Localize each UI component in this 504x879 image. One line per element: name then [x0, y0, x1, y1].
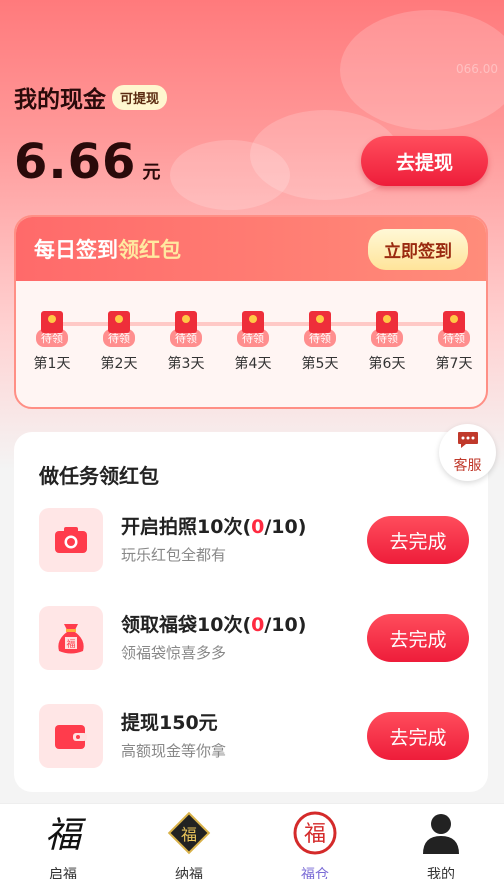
tab-fucang[interactable]: 福 福仓: [252, 804, 378, 879]
balance-unit: 元: [142, 162, 161, 183]
day-label: 第5天: [301, 356, 339, 372]
task-description: 玩乐红包全都有: [121, 546, 227, 564]
day-label: 第6天: [368, 356, 406, 372]
task-description: 领福袋惊喜多多: [121, 644, 227, 662]
task-description: 高额现金等你拿: [121, 742, 227, 760]
tab-label: 启福: [49, 867, 77, 879]
signin-title: 每日签到领红包: [34, 234, 181, 264]
svg-text:福: 福: [66, 638, 75, 650]
task-item-withdraw: 提现150元 高额现金等你拿 去完成: [39, 704, 469, 768]
tab-label: 纳福: [175, 867, 203, 879]
signin-day-1[interactable]: 待领 第1天: [26, 311, 78, 373]
withdraw-button[interactable]: 去提现: [361, 136, 488, 186]
task-complete-button[interactable]: 去完成: [367, 614, 469, 662]
balance-row: 6.66 元: [14, 134, 160, 190]
cash-title-row: 我的现金 可提现: [14, 80, 168, 114]
task-title: 领取福袋10次(0/10): [121, 614, 307, 636]
fu-calligraphy-icon: 福: [40, 810, 87, 860]
red-envelope-icon: [309, 311, 331, 333]
task-card: 做任务领红包 开启拍照10次(0/10) 玩乐红包全都有 去完成 福 领取福袋1…: [14, 432, 488, 792]
customer-service-button[interactable]: 客服: [439, 424, 496, 481]
signin-day-3[interactable]: 待领 第3天: [160, 311, 212, 373]
red-envelope-icon: [376, 311, 398, 333]
withdrawable-badge: 可提现: [112, 84, 168, 110]
bottom-tab-bar: 福 启福 福 纳福 福 福仓 我的: [0, 803, 504, 879]
red-envelope-icon: [108, 311, 130, 333]
day-label: 第1天: [33, 356, 71, 372]
tab-qifu[interactable]: 福 启福: [0, 804, 126, 879]
daily-signin-card: 每日签到领红包 立即签到 待领 第1天 待领 第2天 待领 第3天 待领 第4天 待领 第5天 待领…: [14, 215, 488, 409]
day-label: 第7天: [435, 356, 473, 372]
signin-day-4[interactable]: 待领 第4天: [227, 311, 279, 373]
task-complete-button[interactable]: 去完成: [367, 516, 469, 564]
red-envelope-icon: [175, 311, 197, 333]
signin-now-button[interactable]: 立即签到: [368, 228, 468, 270]
signin-header: 每日签到领红包 立即签到: [16, 217, 486, 281]
fu-diamond-icon: 福: [166, 810, 212, 860]
red-envelope-icon: [443, 311, 465, 333]
svg-text:福: 福: [181, 825, 197, 844]
cash-title: 我的现金: [14, 87, 106, 113]
task-complete-button[interactable]: 去完成: [367, 712, 469, 760]
day-label: 第4天: [234, 356, 272, 372]
red-envelope-icon: [242, 311, 264, 333]
task-progress-count: 0: [251, 614, 265, 636]
watermark-text: 066.00: [456, 62, 498, 76]
task-title: 提现150元: [121, 712, 218, 734]
user-icon: [418, 810, 464, 860]
task-progress-count: 0: [251, 516, 265, 538]
balance-amount: 6.66: [14, 134, 137, 190]
chat-bubble-icon: [457, 431, 479, 453]
tab-mine[interactable]: 我的: [378, 804, 504, 879]
wallet-icon: [39, 704, 103, 768]
tab-label: 福仓: [301, 867, 329, 879]
signin-title-highlight: 领红包: [118, 238, 181, 262]
day-label: 第3天: [167, 356, 205, 372]
signin-day-2[interactable]: 待领 第2天: [93, 311, 145, 373]
task-title: 开启拍照10次(0/10): [121, 516, 307, 538]
fu-circle-icon: 福: [292, 810, 338, 860]
svg-text:福: 福: [304, 822, 326, 847]
task-heading: 做任务领红包: [39, 464, 159, 488]
tab-label: 我的: [427, 867, 455, 879]
day-label: 第2天: [100, 356, 138, 372]
tab-nafu[interactable]: 福 纳福: [126, 804, 252, 879]
customer-service-label: 客服: [453, 457, 482, 474]
red-envelope-icon: [41, 311, 63, 333]
signin-day-6[interactable]: 待领 第6天: [361, 311, 413, 373]
signin-day-5[interactable]: 待领 第5天: [294, 311, 346, 373]
svg-text:福: 福: [45, 815, 86, 856]
signin-title-main: 每日签到: [34, 238, 118, 262]
task-item-photo: 开启拍照10次(0/10) 玩乐红包全都有 去完成: [39, 508, 469, 572]
signin-day-7[interactable]: 待领 第7天: [428, 311, 480, 373]
task-item-lucky-bag: 福 领取福袋10次(0/10) 领福袋惊喜多多 去完成: [39, 606, 469, 670]
camera-icon: [39, 508, 103, 572]
lucky-bag-icon: 福: [39, 606, 103, 670]
